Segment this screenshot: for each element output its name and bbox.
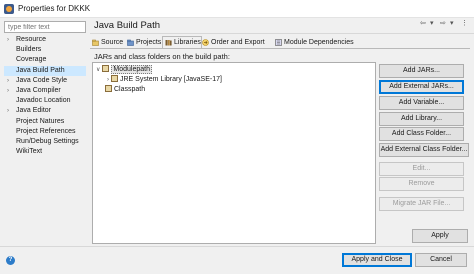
chevron-right-icon[interactable]: ›: [7, 106, 9, 116]
back-arrow-icon[interactable]: ⇦: [420, 19, 426, 27]
migrate-jar-button[interactable]: Migrate JAR File...: [379, 197, 464, 211]
tree-item-label: Project References: [16, 127, 76, 135]
tree-item-project-references[interactable]: Project References: [4, 127, 86, 137]
projects-icon: [127, 39, 134, 46]
tree-row-label: JRE System Library [JavaSE-17]: [120, 76, 222, 83]
library-icon: [102, 65, 110, 72]
libraries-icon: [165, 40, 172, 46]
filter-input[interactable]: [4, 21, 86, 33]
tree-item-label: Java Build Path: [16, 66, 65, 74]
tab-rule: [90, 48, 470, 49]
tab-module-dependencies[interactable]: Module Dependencies: [273, 37, 354, 48]
tree-item-builders[interactable]: Builders: [4, 45, 86, 55]
chevron-down-icon[interactable]: ∨: [96, 67, 100, 73]
source-folder-icon: [92, 39, 99, 46]
build-path-tree[interactable]: ∨ Modulepath › JRE System Library [JavaSE-…: [92, 62, 376, 244]
add-jars-button[interactable]: Add JARs...: [379, 64, 464, 78]
tree-item-java-compiler[interactable]: › Java Compiler: [4, 86, 86, 96]
chevron-right-icon[interactable]: ›: [107, 77, 109, 83]
tab-label: Module Dependencies: [284, 39, 354, 46]
apply-and-close-button[interactable]: Apply and Close: [342, 253, 412, 267]
tree-item-java-build-path[interactable]: Java Build Path: [4, 65, 86, 76]
tree-item-coverage[interactable]: Coverage: [4, 55, 86, 65]
chevron-right-icon[interactable]: ›: [7, 35, 9, 45]
eclipse-icon: [4, 4, 14, 14]
tree-item-label: WikiText: [16, 148, 43, 156]
tree-row-classpath[interactable]: Classpath: [105, 85, 145, 95]
library-icon: [105, 85, 112, 92]
tree-item-wikitext[interactable]: WikiText: [4, 147, 86, 157]
window-title: Properties for DKKK: [18, 4, 91, 13]
tree-item-label: Java Code Style: [16, 76, 67, 84]
history-nav: ⇦ ▾ ⇨ ▾ ⋮: [420, 19, 470, 29]
tree-item-project-natures[interactable]: Project Natures: [4, 117, 86, 127]
tree-item-label: Coverage: [16, 56, 47, 64]
add-external-class-folder-button[interactable]: Add External Class Folder...: [379, 143, 469, 157]
chevron-right-icon[interactable]: ›: [7, 86, 9, 96]
back-menu-icon[interactable]: ▾: [430, 19, 434, 27]
tree-item-javadoc-location[interactable]: Javadoc Location: [4, 96, 86, 106]
forward-menu-icon[interactable]: ▾: [450, 19, 454, 27]
tree-item-label: Run/Debug Settings: [16, 137, 79, 145]
add-external-jars-button[interactable]: Add External JARs...: [379, 80, 464, 94]
tree-item-java-editor[interactable]: › Java Editor: [4, 106, 86, 116]
tab-label: Projects: [136, 39, 162, 46]
module-deps-icon: [275, 39, 282, 46]
tab-order-and-export[interactable]: Order and Export: [200, 37, 265, 48]
tab-libraries[interactable]: Libraries: [162, 36, 202, 48]
tree-item-label: Javadoc Location: [16, 97, 71, 105]
remove-button[interactable]: Remove: [379, 177, 464, 191]
tab-label: Libraries: [174, 39, 201, 46]
header-divider: [90, 33, 474, 34]
chevron-right-icon[interactable]: ›: [7, 76, 9, 86]
tree-item-label: Java Editor: [16, 107, 52, 115]
order-export-icon: [202, 39, 209, 46]
tree-item-java-code-style[interactable]: › Java Code Style: [4, 76, 86, 86]
apply-button[interactable]: Apply: [412, 229, 468, 243]
view-menu-icon[interactable]: ⋮: [461, 19, 468, 27]
tab-projects[interactable]: Projects: [125, 37, 161, 48]
tree-row-label: Modulepath: [111, 65, 152, 74]
properties-tree: › Resource Builders Coverage Java Build P…: [4, 35, 86, 157]
tree-item-label: Builders: [16, 46, 42, 54]
tree-item-resource[interactable]: › Resource: [4, 35, 86, 45]
page-title: Java Build Path: [94, 20, 161, 31]
tab-label: Order and Export: [211, 39, 265, 46]
add-variable-button[interactable]: Add Variable...: [379, 96, 464, 110]
help-icon[interactable]: ?: [6, 256, 15, 265]
add-library-button[interactable]: Add Library...: [379, 112, 464, 126]
tree-row-jre[interactable]: › JRE System Library [JavaSE-17]: [107, 75, 222, 85]
section-label: JARs and class folders on the build path…: [94, 52, 230, 61]
tree-item-label: Project Natures: [16, 117, 65, 125]
edit-button[interactable]: Edit...: [379, 162, 464, 176]
tree-row-modulepath[interactable]: ∨ Modulepath: [96, 65, 152, 75]
tree-item-run-debug-settings[interactable]: Run/Debug Settings: [4, 137, 86, 147]
tab-label: Source: [101, 39, 124, 46]
forward-arrow-icon[interactable]: ⇨: [440, 19, 446, 27]
tab-source[interactable]: Source: [90, 37, 123, 48]
add-class-folder-button[interactable]: Add Class Folder...: [379, 127, 464, 141]
footer-divider: [0, 246, 474, 247]
window-titlebar: Properties for DKKK: [0, 0, 474, 18]
tree-item-label: Resource: [16, 36, 46, 43]
tree-row-label: Classpath: [114, 86, 146, 93]
tree-item-label: Java Compiler: [16, 86, 61, 94]
library-icon: [111, 75, 118, 82]
cancel-button[interactable]: Cancel: [415, 253, 467, 267]
